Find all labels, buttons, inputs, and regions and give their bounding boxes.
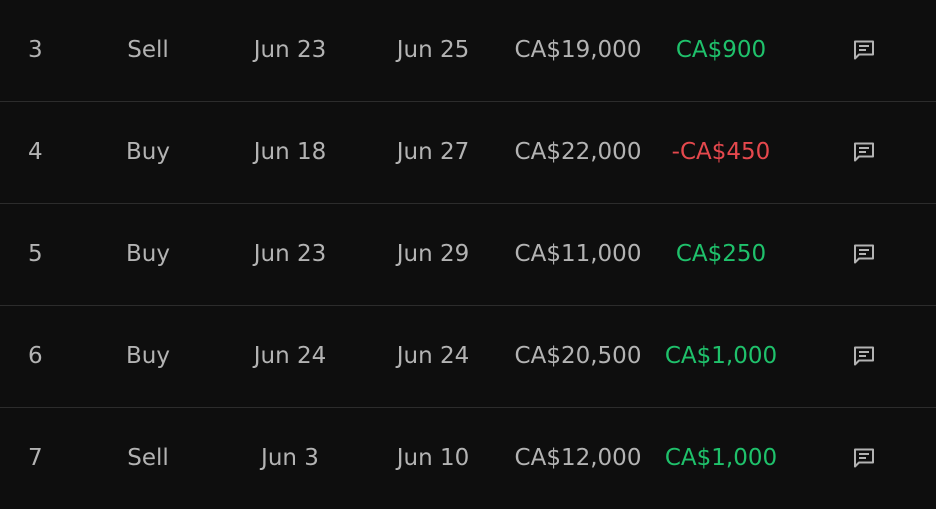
trades-table: 3 Sell Jun 23 Jun 25 CA$19,000 CA$900 4 …	[0, 0, 936, 509]
trade-amount: CA$11,000	[514, 241, 642, 267]
trade-amount: CA$19,000	[514, 37, 642, 63]
close-date: Jun 24	[396, 343, 470, 369]
comment-icon[interactable]	[852, 0, 876, 100]
trade-type: Buy	[126, 343, 170, 369]
comment-icon[interactable]	[852, 306, 876, 406]
trade-type: Buy	[126, 139, 170, 165]
trade-number: 3	[28, 37, 43, 63]
comment-icon[interactable]	[852, 102, 876, 202]
comment-icon[interactable]	[852, 408, 876, 508]
table-row[interactable]: 6 Buy Jun 24 Jun 24 CA$20,500 CA$1,000	[0, 306, 936, 408]
table-row[interactable]: 4 Buy Jun 18 Jun 27 CA$22,000 -CA$450	[0, 102, 936, 204]
table-row[interactable]: 5 Buy Jun 23 Jun 29 CA$11,000 CA$250	[0, 204, 936, 306]
close-date: Jun 10	[396, 445, 470, 471]
trade-amount: CA$12,000	[514, 445, 642, 471]
trade-number: 4	[28, 139, 43, 165]
open-date: Jun 18	[253, 139, 327, 165]
profit-loss: CA$1,000	[664, 445, 778, 471]
table-row[interactable]: 7 Sell Jun 3 Jun 10 CA$12,000 CA$1,000	[0, 408, 936, 509]
comment-icon[interactable]	[852, 204, 876, 304]
open-date: Jun 24	[253, 343, 327, 369]
trade-number: 7	[28, 445, 43, 471]
profit-loss: CA$250	[675, 241, 767, 267]
trade-number: 6	[28, 343, 43, 369]
profit-loss: CA$1,000	[664, 343, 778, 369]
trade-type: Sell	[127, 445, 169, 471]
open-date: Jun 23	[253, 37, 327, 63]
close-date: Jun 27	[396, 139, 470, 165]
trade-type: Buy	[126, 241, 170, 267]
open-date: Jun 23	[253, 241, 327, 267]
profit-loss: CA$900	[675, 37, 767, 63]
trade-amount: CA$20,500	[514, 343, 642, 369]
close-date: Jun 25	[396, 37, 470, 63]
open-date: Jun 3	[261, 445, 319, 471]
trade-amount: CA$22,000	[514, 139, 642, 165]
trade-type: Sell	[127, 37, 169, 63]
trade-number: 5	[28, 241, 43, 267]
table-row[interactable]: 3 Sell Jun 23 Jun 25 CA$19,000 CA$900	[0, 0, 936, 102]
profit-loss: -CA$450	[671, 139, 771, 165]
close-date: Jun 29	[396, 241, 470, 267]
